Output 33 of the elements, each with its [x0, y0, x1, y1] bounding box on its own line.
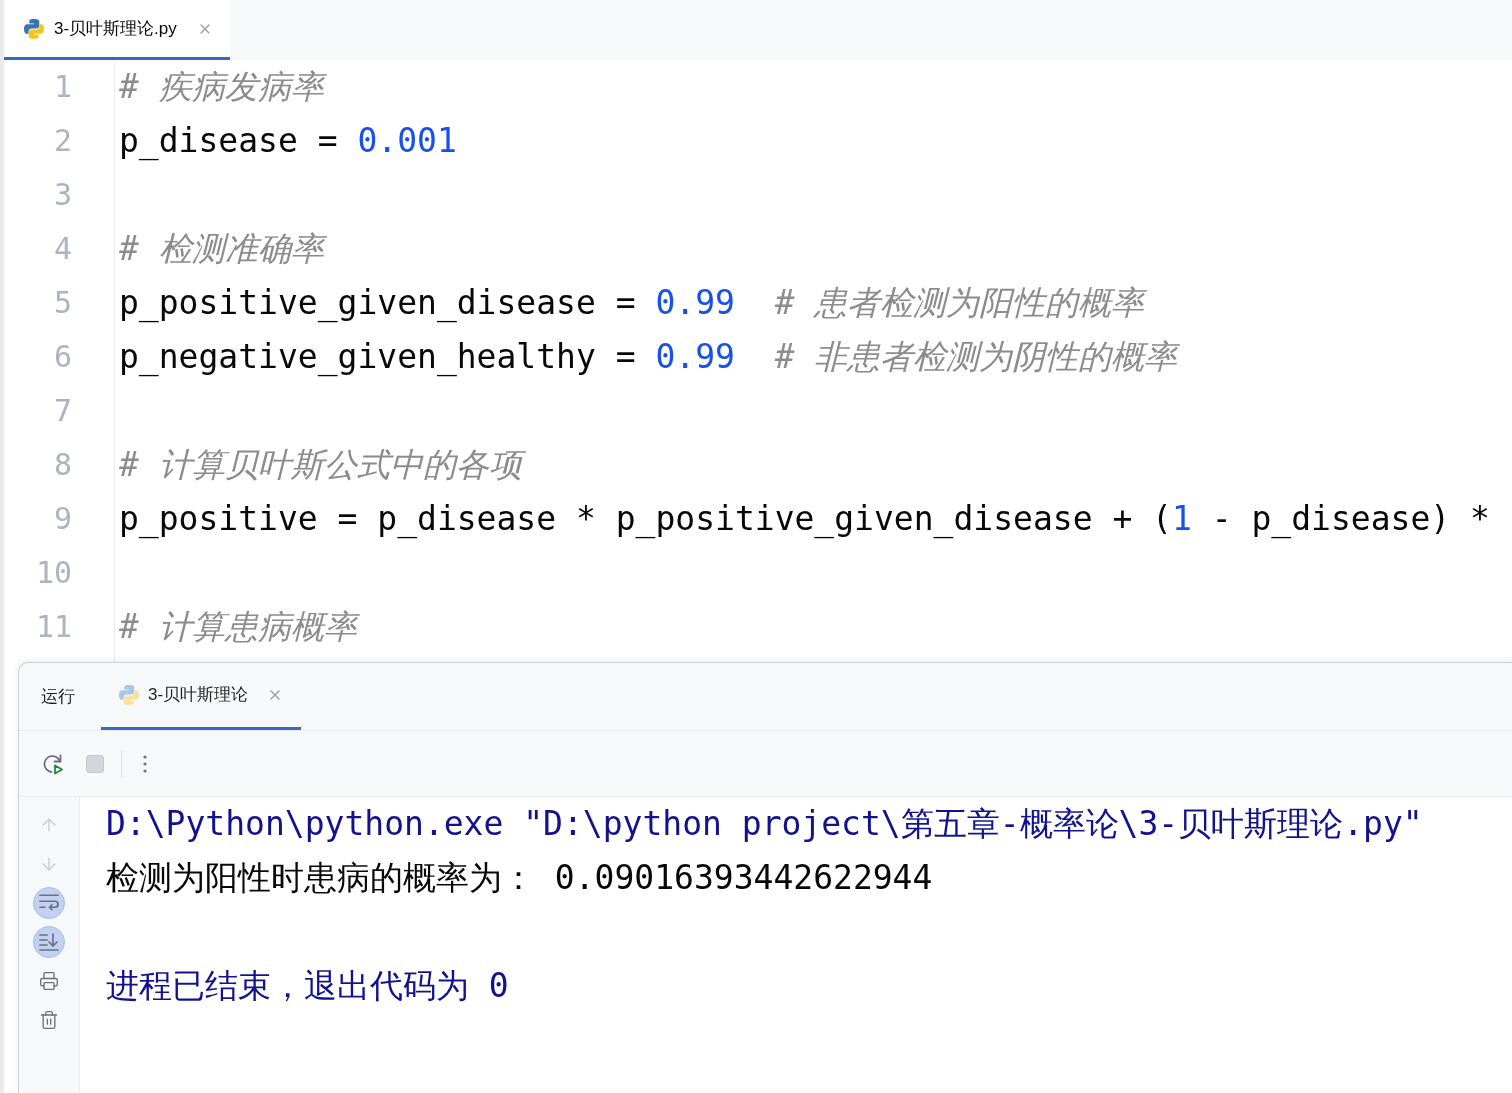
console-line: D:\Python\python.exe "D:\python project\第五章-概率论\3-贝叶斯理论.py" — [106, 803, 1423, 845]
printer-icon — [39, 970, 59, 991]
line-number: 3 — [53, 176, 72, 214]
console-line: 进程已结束，退出代码为 0 — [106, 965, 509, 1007]
python-icon — [119, 685, 139, 705]
line-number: 9 — [53, 500, 72, 538]
more-icon — [143, 754, 147, 773]
code-line: p_positive = p_disease * p_positive_given_disease + (1 - p_disease) * — [119, 498, 1490, 541]
line-number: 8 — [53, 446, 72, 484]
stop-icon — [86, 754, 104, 773]
line-number: 2 — [53, 122, 72, 160]
line-number: 11 — [35, 608, 72, 646]
python-icon — [24, 18, 44, 39]
line-number: 6 — [53, 338, 72, 376]
line-number: 1 — [53, 68, 72, 106]
soft-wrap-button[interactable] — [33, 886, 65, 919]
line-number: 4 — [53, 230, 72, 268]
tab-label: 3-贝叶斯理论.py — [54, 17, 177, 40]
console-line: 检测为阳性时患病的概率为： 0.09016393442622944 — [106, 857, 933, 899]
scroll-to-end-button[interactable] — [33, 925, 65, 958]
soft-wrap-icon — [39, 894, 59, 911]
scroll-to-end-icon — [39, 932, 59, 951]
editor-tab[interactable]: 3-贝叶斯理论.py — [4, 0, 230, 60]
trash-icon — [39, 1009, 59, 1030]
code-line: p_negative_given_healthy = 0.99 # 非患者检测为阴性的概率 — [119, 336, 1178, 379]
line-number: 7 — [53, 392, 72, 430]
panel-title: 运行 — [41, 685, 75, 708]
line-number: 10 — [35, 554, 72, 592]
line-number: 5 — [53, 284, 72, 322]
code-line: p_disease = 0.001 — [119, 120, 457, 163]
code-line: p_positive_given_disease = 0.99 # 患者检测为阳性的概率 — [119, 282, 1145, 325]
run-tab[interactable]: 3-贝叶斯理论 — [101, 663, 302, 730]
tab-label: 3-贝叶斯理论 — [148, 684, 249, 707]
